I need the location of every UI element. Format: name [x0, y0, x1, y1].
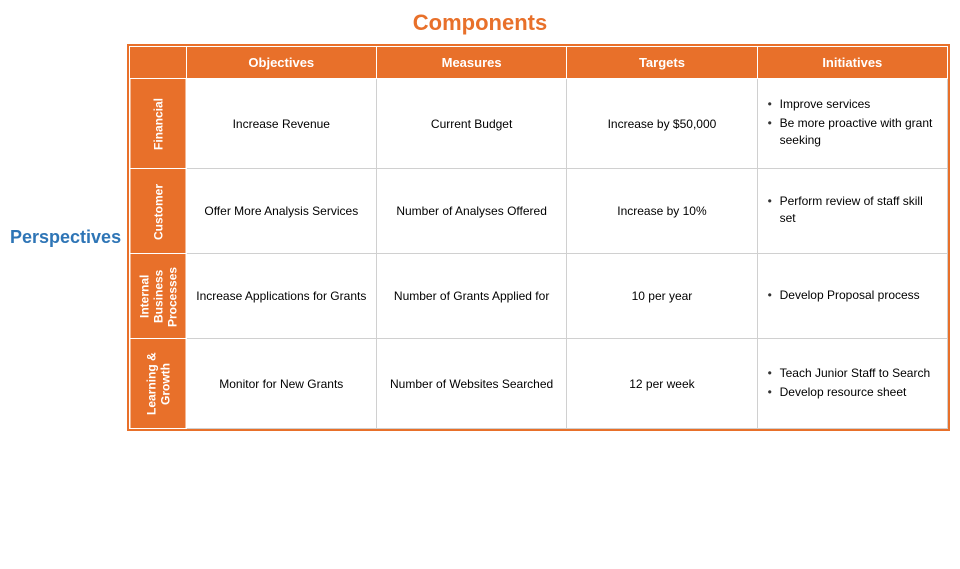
header-initiatives: Initiatives	[757, 47, 947, 79]
table-row: CustomerOffer More Analysis ServicesNumb…	[130, 169, 948, 254]
table-wrapper: Objectives Measures Targets Initiatives …	[127, 44, 950, 431]
table-row: FinancialIncrease RevenueCurrent BudgetI…	[130, 79, 948, 169]
page-title: Components	[413, 10, 547, 36]
objective-cell: Increase Revenue	[186, 79, 376, 169]
header-measures: Measures	[376, 47, 566, 79]
table-row: Learning & GrowthMonitor for New GrantsN…	[130, 339, 948, 429]
initiative-cell: Develop Proposal process	[757, 254, 947, 339]
header-objectives: Objectives	[186, 47, 376, 79]
header-perspective	[130, 47, 187, 79]
initiative-item: Improve services	[768, 96, 937, 113]
initiative-item: Perform review of staff skill set	[768, 193, 937, 227]
target-cell: 10 per year	[567, 254, 757, 339]
perspective-cell: Customer	[130, 169, 187, 254]
initiative-item: Be more proactive with grant seeking	[768, 115, 937, 149]
header-targets: Targets	[567, 47, 757, 79]
initiative-item: Develop Proposal process	[768, 287, 937, 304]
measure-cell: Number of Grants Applied for	[376, 254, 566, 339]
page-container: Components Perspectives Objectives Measu…	[0, 0, 960, 569]
initiative-item: Teach Junior Staff to Search	[768, 365, 937, 382]
header-row: Objectives Measures Targets Initiatives	[130, 47, 948, 79]
perspectives-label: Perspectives	[10, 227, 121, 248]
initiative-item: Develop resource sheet	[768, 384, 937, 401]
target-cell: 12 per week	[567, 339, 757, 429]
objective-cell: Offer More Analysis Services	[186, 169, 376, 254]
target-cell: Increase by 10%	[567, 169, 757, 254]
main-layout: Perspectives Objectives Measures Targets…	[10, 44, 950, 431]
measure-cell: Current Budget	[376, 79, 566, 169]
measure-cell: Number of Websites Searched	[376, 339, 566, 429]
initiative-cell: Perform review of staff skill set	[757, 169, 947, 254]
perspective-cell: Financial	[130, 79, 187, 169]
target-cell: Increase by $50,000	[567, 79, 757, 169]
objective-cell: Monitor for New Grants	[186, 339, 376, 429]
perspective-cell: Learning & Growth	[130, 339, 187, 429]
perspective-cell: Internal Business Processes	[130, 254, 187, 339]
initiative-cell: Improve services Be more proactive with g…	[757, 79, 947, 169]
measure-cell: Number of Analyses Offered	[376, 169, 566, 254]
table-row: Internal Business ProcessesIncrease Appl…	[130, 254, 948, 339]
components-table: Objectives Measures Targets Initiatives …	[129, 46, 948, 429]
initiative-cell: Teach Junior Staff to Search Develop reso…	[757, 339, 947, 429]
objective-cell: Increase Applications for Grants	[186, 254, 376, 339]
